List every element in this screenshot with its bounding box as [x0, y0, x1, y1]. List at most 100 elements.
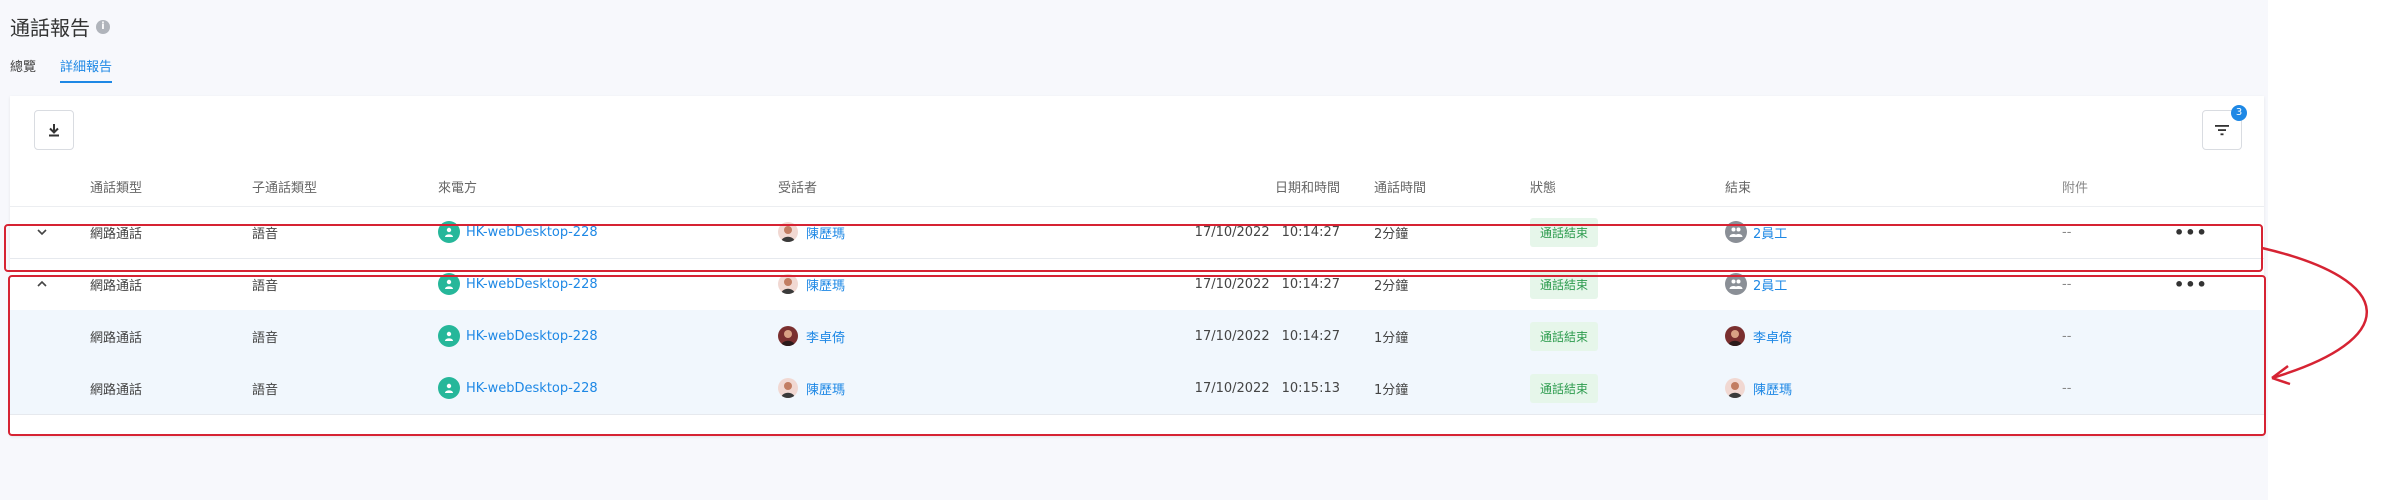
call-type: 網路通話 — [90, 278, 143, 294]
datetime: 17/10/2022 10:15:13 — [1110, 362, 1340, 414]
tab-detailed-report[interactable]: 詳細報告 — [60, 56, 113, 83]
datetime: 17/10/2022 10:14:27 — [1110, 258, 1340, 310]
status-cell: 通話結束 — [1530, 206, 1599, 258]
sub-call-type: 語音 — [252, 330, 279, 346]
duration: 1分鐘 — [1374, 382, 1409, 398]
status-cell: 通話結束 — [1530, 362, 1599, 414]
result-cell: 陳歷瑪 — [1725, 362, 1792, 414]
call-type: 網路通話 — [90, 382, 143, 398]
result-link[interactable]: 陳歷瑪 — [1753, 379, 1792, 398]
table-row[interactable]: 網路通話 語音 HK-webDesktop-228 李卓倚 17/10/2022… — [10, 310, 2264, 363]
duration: 2分鐘 — [1374, 278, 1409, 294]
attachment: -- — [2062, 224, 2072, 240]
table-row[interactable]: 網路通話 語音 HK-webDesktop-228 陳歷瑪 17/10/2022… — [10, 258, 2264, 311]
avatar — [778, 378, 798, 398]
caller-cell: HK-webDesktop-228 — [438, 258, 598, 310]
table-header: 通話類型 子通話類型 來電方 受話者 日期和時間 通話時間 狀態 結束 附件 — [10, 166, 2264, 207]
result-link[interactable]: 2員工 — [1753, 223, 1787, 242]
chevron-up-icon[interactable] — [30, 258, 54, 310]
header-attachment[interactable]: 附件 — [2062, 166, 2088, 206]
callee-link[interactable]: 李卓倚 — [806, 327, 845, 346]
avatar — [778, 326, 798, 346]
datetime: 17/10/2022 10:14:27 — [1110, 206, 1340, 258]
callee-cell: 陳歷瑪 — [778, 258, 845, 310]
sub-call-type: 語音 — [252, 226, 279, 242]
result-link[interactable]: 2員工 — [1753, 275, 1787, 294]
table-row[interactable]: 網路通話 語音 HK-webDesktop-228 陳歷瑪 17/10/2022… — [10, 362, 2264, 415]
time: 10:14:27 — [1281, 276, 1340, 292]
header-caller[interactable]: 來電方 — [438, 166, 477, 206]
date: 17/10/2022 — [1194, 224, 1270, 240]
more-options-icon[interactable]: ••• — [2174, 258, 2208, 310]
attachment: -- — [2062, 276, 2072, 292]
tab-bar: 總覽 詳細報告 — [10, 56, 113, 83]
datetime: 17/10/2022 10:14:27 — [1110, 310, 1340, 362]
callee-link[interactable]: 陳歷瑪 — [806, 379, 845, 398]
avatar — [778, 222, 798, 242]
callee-cell: 陳歷瑪 — [778, 206, 845, 258]
date: 17/10/2022 — [1194, 328, 1270, 344]
header-call-type[interactable]: 通話類型 — [90, 166, 142, 206]
header-callee[interactable]: 受話者 — [778, 166, 817, 206]
avatar — [778, 274, 798, 294]
header-status[interactable]: 狀態 — [1530, 166, 1556, 206]
call-type: 網路通話 — [90, 330, 143, 346]
callee-link[interactable]: 陳歷瑪 — [806, 223, 845, 242]
caller-link[interactable]: HK-webDesktop-228 — [466, 225, 598, 240]
callee-cell: 李卓倚 — [778, 310, 845, 362]
date: 17/10/2022 — [1194, 380, 1270, 396]
duration: 2分鐘 — [1374, 226, 1409, 242]
group-icon — [1725, 273, 1747, 295]
caller-link[interactable]: HK-webDesktop-228 — [466, 381, 598, 396]
result-cell: 李卓倚 — [1725, 310, 1792, 362]
user-icon — [438, 273, 460, 295]
header-result[interactable]: 結束 — [1725, 166, 1751, 206]
call-type: 網路通話 — [90, 226, 143, 242]
time: 10:14:27 — [1281, 328, 1340, 344]
callee-link[interactable]: 陳歷瑪 — [806, 275, 845, 294]
date: 17/10/2022 — [1194, 276, 1270, 292]
time: 10:15:13 — [1281, 380, 1340, 396]
result-cell: 2員工 — [1725, 206, 1787, 258]
status-badge: 通話結束 — [1530, 269, 1599, 299]
caller-link[interactable]: HK-webDesktop-228 — [466, 277, 598, 292]
info-icon[interactable]: i — [96, 19, 110, 34]
user-icon — [438, 377, 460, 399]
user-icon — [438, 221, 460, 243]
download-icon — [49, 124, 59, 137]
title-row: 通話報告 i — [10, 12, 110, 41]
avatar — [1725, 326, 1745, 346]
status-badge: 通話結束 — [1530, 321, 1599, 351]
attachment: -- — [2062, 380, 2072, 396]
caller-cell: HK-webDesktop-228 — [438, 310, 598, 362]
more-options-icon[interactable]: ••• — [2174, 206, 2208, 258]
group-icon — [1725, 221, 1747, 243]
result-cell: 2員工 — [1725, 258, 1787, 310]
time: 10:14:27 — [1281, 224, 1340, 240]
callee-cell: 陳歷瑪 — [778, 362, 845, 414]
report-card: 3 通話類型 子通話類型 來電方 受話者 日期和時間 通話時間 狀態 結束 附件… — [10, 96, 2264, 436]
status-cell: 通話結束 — [1530, 310, 1599, 362]
result-link[interactable]: 李卓倚 — [1753, 327, 1792, 346]
status-badge: 通話結束 — [1530, 373, 1599, 403]
header-sub-type[interactable]: 子通話類型 — [252, 166, 317, 206]
avatar — [1725, 378, 1745, 398]
header-duration[interactable]: 通話時間 — [1374, 166, 1426, 206]
duration: 1分鐘 — [1374, 330, 1409, 346]
chevron-down-icon[interactable] — [30, 206, 54, 258]
filter-button[interactable]: 3 — [2202, 105, 2247, 150]
page-title: 通話報告 — [10, 16, 90, 40]
header-datetime[interactable]: 日期和時間 — [1110, 166, 1340, 206]
tab-overview[interactable]: 總覽 — [10, 56, 36, 83]
status-cell: 通話結束 — [1530, 258, 1599, 310]
caller-link[interactable]: HK-webDesktop-228 — [466, 329, 598, 344]
download-button[interactable] — [34, 110, 74, 150]
user-icon — [438, 325, 460, 347]
status-badge: 通話結束 — [1530, 217, 1599, 247]
sub-call-type: 語音 — [252, 278, 279, 294]
sub-call-type: 語音 — [252, 382, 279, 398]
attachment: -- — [2062, 328, 2072, 344]
filter-icon — [2215, 125, 2229, 136]
table-row[interactable]: 網路通話 語音 HK-webDesktop-228 陳歷瑪 17/10/2022… — [10, 206, 2264, 259]
caller-cell: HK-webDesktop-228 — [438, 206, 598, 258]
